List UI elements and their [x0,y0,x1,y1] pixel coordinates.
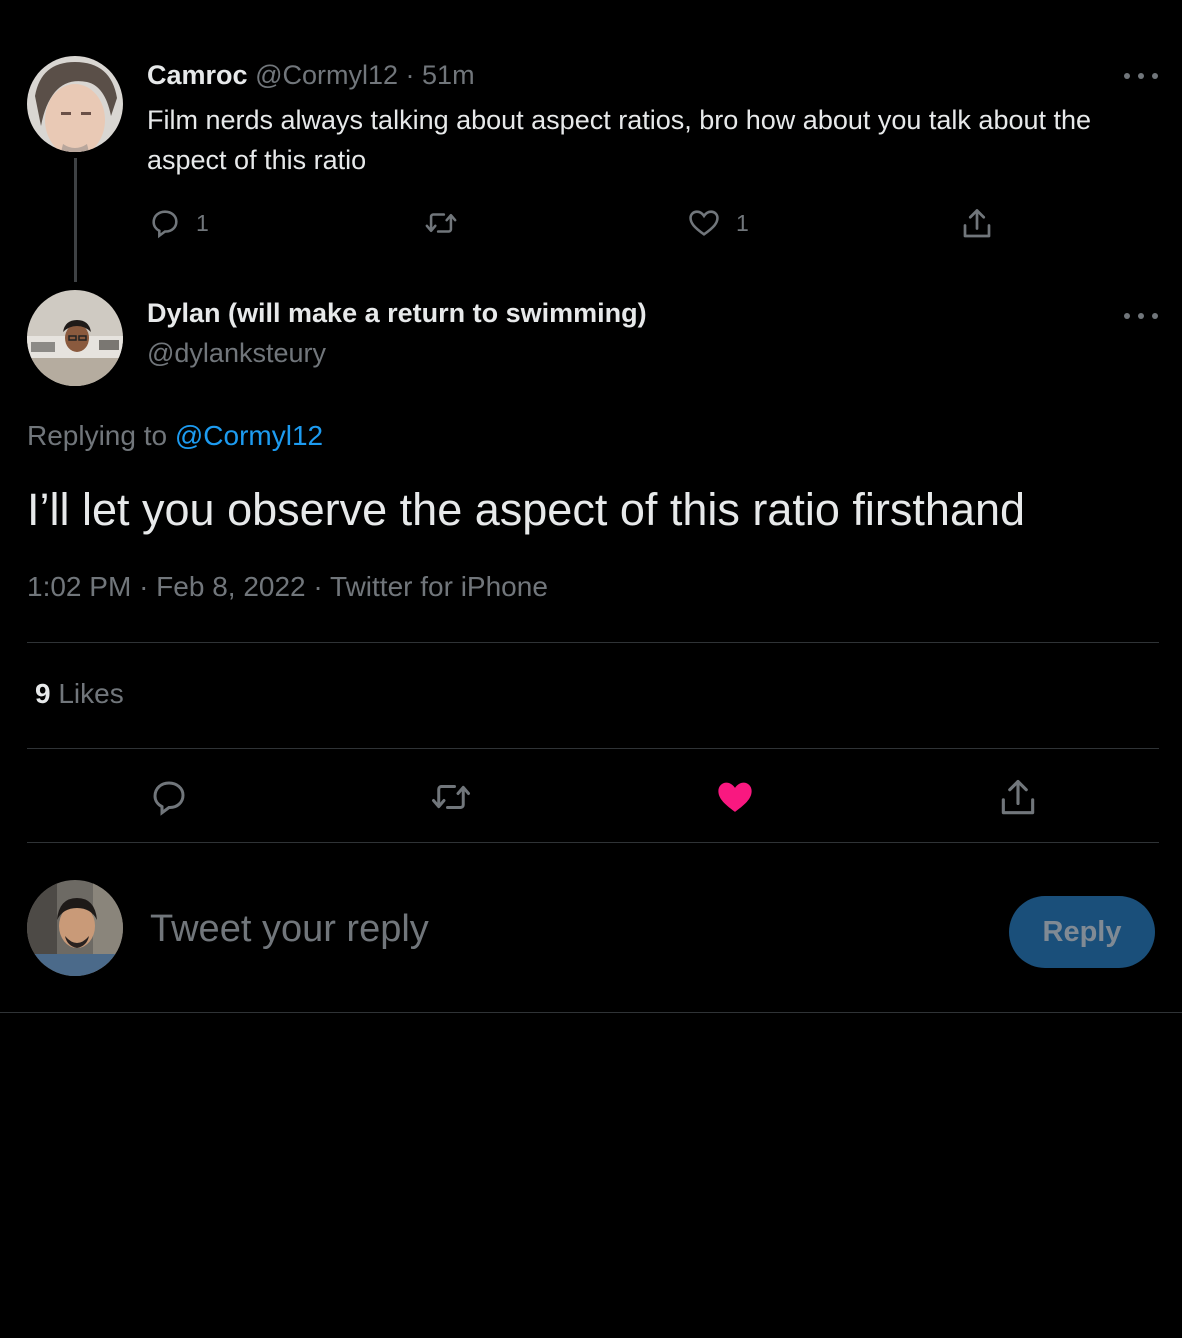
divider [27,748,1159,749]
tweet-source[interactable]: Twitter for iPhone [330,571,548,602]
thread-line [74,158,77,282]
parent-handle[interactable]: @Cormyl12 [255,60,398,90]
share-icon [1001,779,1035,815]
divider [27,642,1159,643]
main-tweet-text: I’ll let you observe the aspect of this … [27,484,1026,535]
main-like-button[interactable] [714,776,756,818]
parent-reply-count: 1 [196,209,209,236]
reply-button[interactable]: Reply [1009,896,1155,968]
bottom-divider [0,1012,1182,1013]
tweet-metadata: 1:02 PM · Feb 8, 2022 · Twitter for iPho… [27,571,548,602]
main-handle[interactable]: @dylanksteury [147,338,326,369]
parent-separator: · [405,60,415,90]
parent-share-button[interactable] [959,206,995,242]
reply-icon [153,781,185,816]
parent-display-name[interactable]: Camroc [147,60,248,90]
heart-filled-icon [718,782,752,812]
retweet-icon [432,785,470,809]
retweet-icon [425,213,457,233]
parent-like-count: 1 [736,209,749,236]
replying-to-link[interactable]: @Cormyl12 [175,420,323,451]
reply-input[interactable]: Tweet your reply [150,908,429,951]
parent-avatar[interactable] [27,56,123,152]
main-avatar[interactable] [27,290,123,386]
reply-icon [152,210,178,239]
parent-reply-button[interactable]: 1 [148,206,209,240]
heart-icon [689,210,719,236]
replying-prefix: Replying to [27,420,168,451]
replying-to: Replying to @Cormyl12 [27,420,323,452]
likes-summary[interactable]: 9 Likes [35,678,124,710]
main-more-icon[interactable] [1124,311,1158,321]
user-avatar[interactable] [27,880,123,976]
main-share-button[interactable] [996,776,1040,820]
divider [27,842,1159,843]
parent-time[interactable]: 51m [422,60,475,90]
parent-more-icon[interactable] [1124,71,1158,81]
tweet-date[interactable]: Feb 8, 2022 [156,571,305,602]
parent-tweet-text: Film nerds always talking about aspect r… [147,105,1092,175]
parent-retweet-button[interactable] [422,206,460,240]
share-icon [963,209,991,238]
tweet-time[interactable]: 1:02 PM [27,571,131,602]
likes-label: Likes [58,678,124,709]
likes-count: 9 [35,678,51,709]
main-retweet-button[interactable] [428,776,474,818]
parent-tweet-header: Camroc @Cormyl12 · 51m [147,60,475,91]
main-display-name[interactable]: Dylan (will make a return to swimming) [147,298,647,329]
parent-like-button[interactable]: 1 [686,206,749,240]
main-reply-button[interactable] [148,776,190,818]
